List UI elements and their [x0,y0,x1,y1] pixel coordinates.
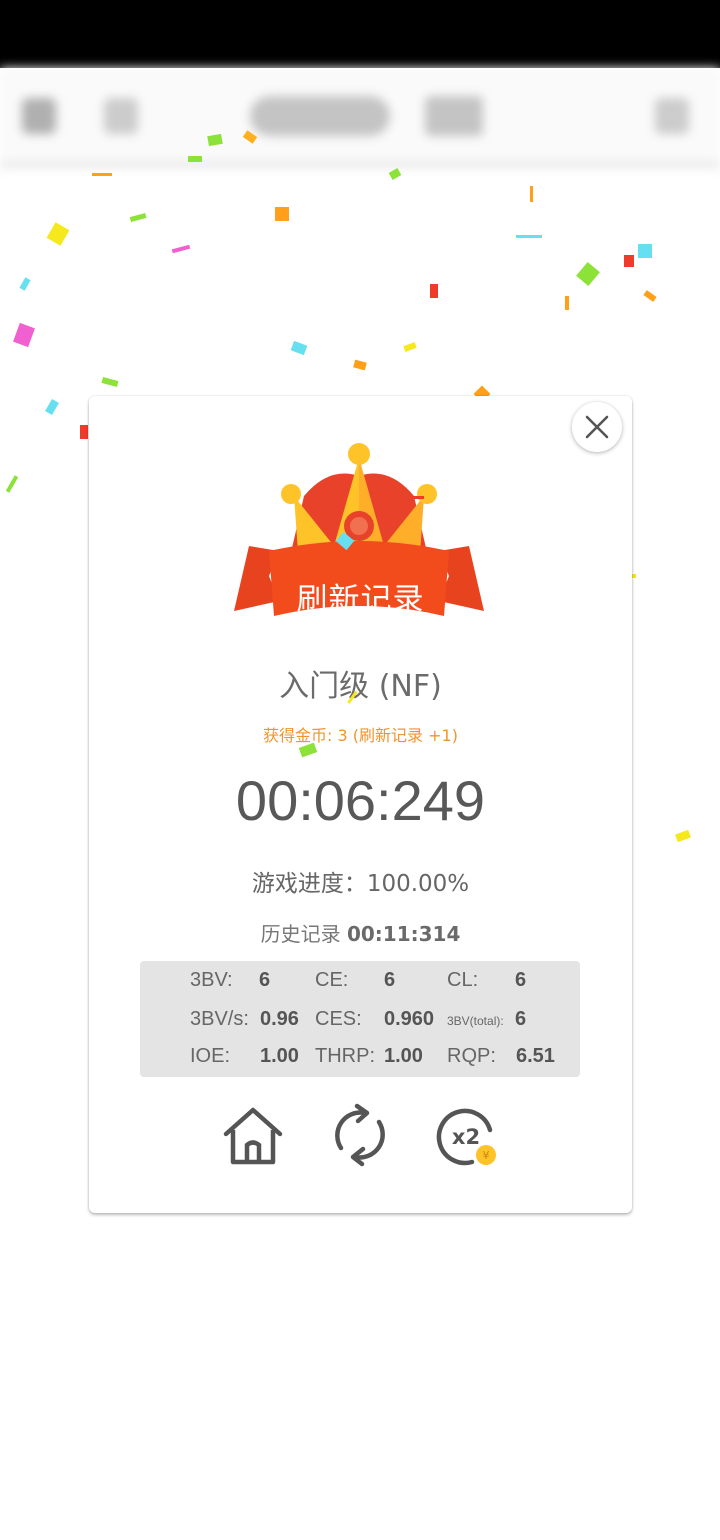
stat-value: 0.960 [384,1008,435,1030]
stat-value: 6 [515,969,527,991]
history-time: 00:11:314 [346,922,461,946]
stat-label: 3BV/s: [190,1008,249,1030]
result-dialog: 刷新记录 入门级 (NF) 获得金币: 3 (刷新记录 +1) 00:06:24… [89,396,632,1213]
game-time: 00:06:249 [235,769,486,832]
stat-label: CE: [315,969,349,991]
blurred-toolbar [0,68,720,168]
stat-label: IOE: [190,1045,231,1067]
stat-value: 6 [515,1008,527,1030]
difficulty-level: 入门级 (NF) [279,669,442,704]
restart-button[interactable] [325,1100,395,1170]
stat-value: 1.00 [384,1045,423,1067]
record-badge-text: 刷新记录 [296,582,425,618]
double-label: x2 [452,1125,480,1149]
double-coins-icon: x2 ¥ [436,1108,496,1166]
restart-icon [335,1103,385,1167]
stat-label: 3BV(total): [447,1014,504,1028]
close-button[interactable] [572,402,622,452]
stat-value: 1.00 [260,1045,299,1067]
stat-label: 3BV: [190,969,233,991]
status-bar [0,0,720,68]
stat-value: 6.51 [516,1045,555,1067]
history-record: 历史记录 00:11:314 [89,918,632,947]
double-coins-button[interactable]: x2 ¥ [432,1100,502,1170]
home-button[interactable] [218,1100,288,1170]
stat-label: THRP: [315,1045,375,1067]
stats-panel: 3BV: 6 CE: 6 CL: 6 3BV/s: 0.96 CES: 0.96… [140,961,580,1077]
game-progress: 游戏进度：100.00% [251,871,470,897]
toolbar-pill [425,96,483,136]
toolbar-icon [655,98,689,134]
toolbar-pill [250,96,390,136]
stat-label: CL: [447,969,479,991]
stat-value: 6 [384,969,396,991]
stat-value: 6 [259,969,271,991]
coins-earned: 获得金币: 3 (刷新记录 +1) [263,726,458,745]
history-label: 历史记录 [260,922,341,946]
stat-label: RQP: [447,1045,496,1067]
stat-value: 0.96 [260,1008,299,1030]
close-icon [585,415,609,439]
toolbar-icon [22,98,56,134]
stat-label: CES: [315,1008,362,1030]
toolbar-icon [104,98,138,134]
home-icon [223,1107,283,1165]
coin-label: ¥ [483,1149,490,1162]
